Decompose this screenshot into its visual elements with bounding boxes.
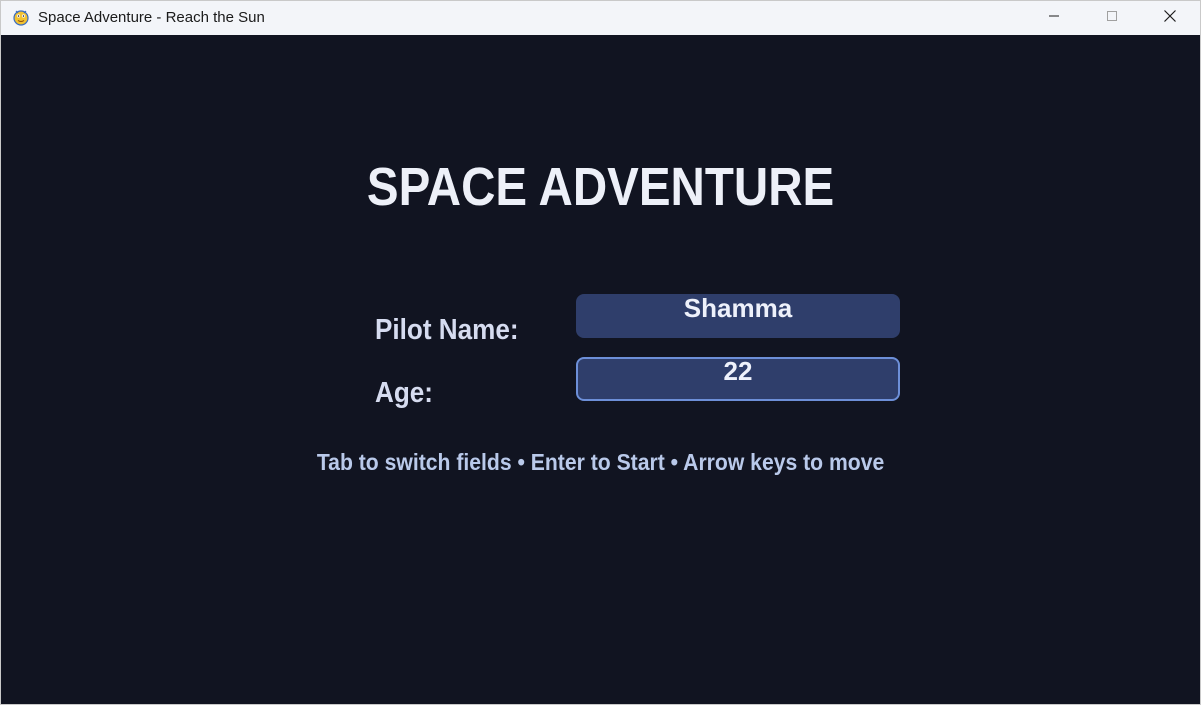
close-icon [1163, 9, 1177, 28]
controls-hint: Tab to switch fields • Enter to Start • … [316, 449, 885, 475]
age-label: Age: [375, 377, 434, 409]
pilot-name-value: Shamma [683, 293, 793, 323]
game-canvas[interactable]: SPACE ADVENTURE Pilot Name: Shamma Age: … [1, 35, 1200, 704]
game-title: SPACE ADVENTURE [366, 157, 835, 217]
pilot-name-label: Pilot Name: [375, 314, 519, 346]
title-bar[interactable]: Space Adventure - Reach the Sun [1, 1, 1200, 35]
maximize-button[interactable] [1083, 1, 1141, 35]
pilot-name-field[interactable]: Shamma [576, 293, 900, 338]
window-title: Space Adventure - Reach the Sun [38, 9, 265, 26]
close-button[interactable] [1141, 1, 1199, 35]
app-window: Space Adventure - Reach the Sun SPACE AD… [0, 0, 1201, 705]
age-field[interactable]: 22 [576, 356, 900, 401]
minimize-icon [1048, 9, 1060, 27]
pygame-snake-icon [12, 8, 30, 26]
minimize-button[interactable] [1025, 1, 1083, 35]
maximize-icon [1106, 9, 1118, 27]
age-value: 22 [723, 356, 753, 386]
